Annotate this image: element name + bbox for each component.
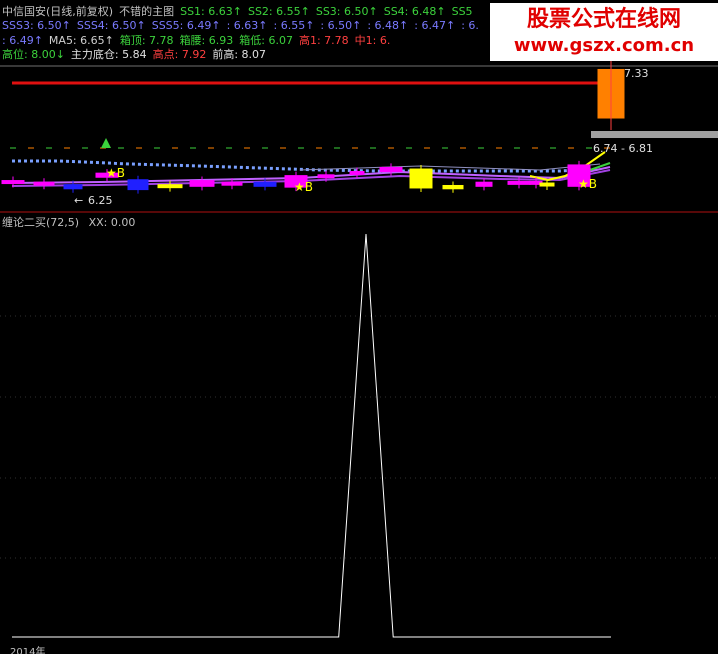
candle-body (221, 181, 243, 186)
green-up-arrow-icon (101, 138, 111, 148)
candle-body (507, 180, 531, 185)
footer-year-label: 2014年 (10, 647, 46, 654)
candle-body (157, 184, 183, 189)
indicator-xx-line (12, 233, 611, 638)
indicator-xx-value: XX: 0.00 (88, 216, 136, 229)
buy-signal-star: ★B (578, 177, 597, 191)
candle-body (253, 181, 277, 187)
chart-window: { "header": { "row1": [ {"text": "中信国安(日… (0, 0, 718, 654)
candle-body (409, 168, 433, 189)
gray-faint-line (299, 163, 601, 171)
low-arrow-icon: ← (74, 194, 83, 207)
price-label-top: 7.33 (624, 67, 649, 80)
candle-body (442, 184, 464, 190)
candle-body (349, 171, 365, 176)
candle-body (63, 184, 83, 190)
candle-body (475, 181, 493, 187)
candle-body (539, 182, 555, 187)
candle-body (379, 166, 403, 173)
right-gray-band (591, 131, 718, 138)
candle-body (33, 181, 55, 186)
candle-body (317, 174, 335, 179)
indicator-name: 缠论二买(72,5) (2, 216, 80, 229)
indicator-title: 缠论二买(72,5) XX: 0.00 (2, 214, 141, 230)
watermark-logo: 股票公式在线网 www.gszx.com.cn (490, 3, 718, 61)
candle-body (189, 180, 215, 187)
chart-canvas: 7.33 6.74 - 6.81 ← 6.25 ★B ★B ★B (0, 60, 718, 638)
price-label-range: 6.74 - 6.81 (593, 142, 653, 155)
price-label-low: 6.25 (88, 194, 113, 207)
watermark-title: 股票公式在线网 (526, 7, 681, 32)
buy-signal-star: ★B (106, 166, 125, 180)
buy-signal-star: ★B (294, 180, 313, 194)
candle-body (1, 180, 25, 185)
watermark-url: www.gszx.com.cn (513, 35, 695, 56)
candle-body (127, 179, 149, 191)
